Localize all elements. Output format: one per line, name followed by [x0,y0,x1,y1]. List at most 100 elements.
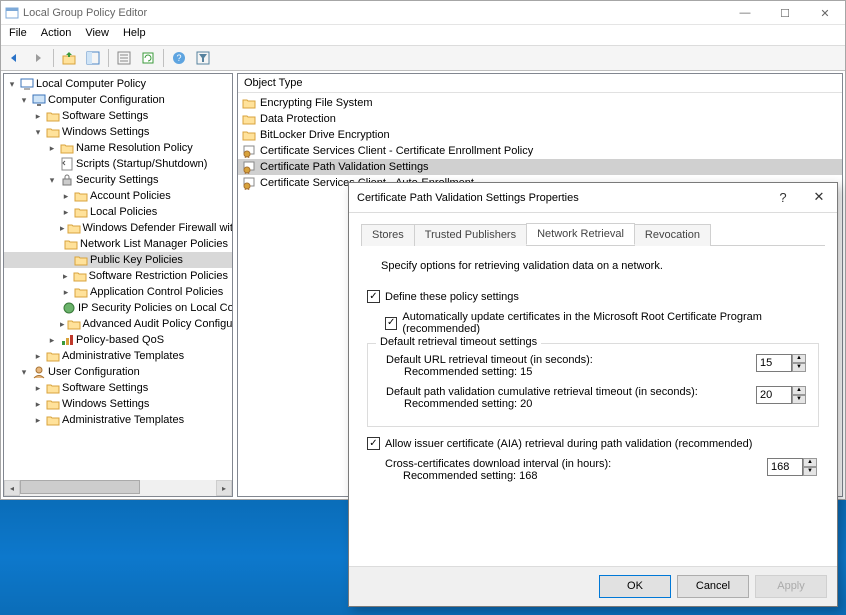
tree-computer-config[interactable]: ▾ Computer Configuration [4,92,232,108]
auto-update-label: Automatically update certificates in the… [402,311,819,335]
toolbar-sep [53,49,54,67]
properties-toolbar-button[interactable] [113,47,135,69]
tree-name-resolution[interactable]: ▸ Name Resolution Policy [4,140,232,156]
tab-network-retrieval[interactable]: Network Retrieval [526,223,635,245]
tree-uc-admin-templates[interactable]: ▸ Administrative Templates [4,412,232,428]
list-item[interactable]: BitLocker Drive Encryption [238,127,842,143]
app-icon [5,6,19,20]
tab-revocation[interactable]: Revocation [634,224,711,246]
tree-ips[interactable]: IP Security Policies on Local Comput [4,300,232,316]
cross-cert-up-button[interactable]: ▲ [803,458,817,467]
cancel-button[interactable]: Cancel [677,575,749,598]
allow-aia-checkbox-row: ✓ Allow issuer certificate (AIA) retriev… [367,437,819,450]
help-toolbar-button[interactable]: ? [168,47,190,69]
url-timeout-down-button[interactable]: ▼ [792,363,806,372]
folder-icon [64,237,78,251]
folder-icon [46,349,60,363]
list-item[interactable]: Certificate Path Validation Settings [238,159,842,175]
tree-public-key-policies[interactable]: Public Key Policies [4,252,232,268]
url-timeout-up-button[interactable]: ▲ [792,354,806,363]
ok-button[interactable]: OK [599,575,671,598]
folder-icon [242,112,256,126]
path-timeout-down-button[interactable]: ▼ [792,395,806,404]
tree-qos[interactable]: ▸ Policy-based QoS [4,332,232,348]
back-button[interactable] [3,47,25,69]
filter-toolbar-button[interactable] [192,47,214,69]
menu-view[interactable]: View [79,25,115,45]
list-item[interactable]: Data Protection [238,111,842,127]
tree-cc-windows[interactable]: ▾ Windows Settings [4,124,232,140]
maximize-button[interactable]: ☐ [765,1,805,25]
cross-cert-input[interactable]: 168 [767,458,803,476]
tree-user-config[interactable]: ▾ User Configuration [4,364,232,380]
menu-action[interactable]: Action [35,25,78,45]
list-item-label: Data Protection [260,113,336,125]
tree-security-settings[interactable]: ▾ Security Settings [4,172,232,188]
tree-cc-software[interactable]: ▸ Software Settings [4,108,232,124]
folder-icon [74,205,88,219]
user-icon [32,365,46,379]
folder-icon [74,285,88,299]
list-item[interactable]: Certificate Services Client - Certificat… [238,143,842,159]
tree-nlmp[interactable]: Network List Manager Policies [4,236,232,252]
list-item[interactable]: Encrypting File System [238,95,842,111]
show-hide-tree-button[interactable] [82,47,104,69]
folder-icon [74,253,88,267]
define-policy-label: Define these policy settings [385,291,519,303]
folder-icon [60,141,74,155]
tree-h-scrollbar[interactable]: ◂ ▸ [4,480,232,496]
cross-cert-down-button[interactable]: ▼ [803,467,817,476]
folder-icon [67,317,81,331]
path-timeout-spinbox[interactable]: 20 ▲ ▼ [756,386,808,404]
policy-tree[interactable]: ▾ Local Computer Policy ▾ Computer Confi… [4,74,232,430]
tree-aapc[interactable]: ▸ Advanced Audit Policy Configuration [4,316,232,332]
define-policy-checkbox[interactable]: ✓ [367,290,380,303]
tree-wdf[interactable]: ▸ Windows Defender Firewall with Adv [4,220,232,236]
path-timeout-up-button[interactable]: ▲ [792,386,806,395]
path-timeout-input[interactable]: 20 [756,386,792,404]
folder-icon [46,413,60,427]
folder-icon [242,128,256,142]
refresh-button[interactable] [137,47,159,69]
forward-button[interactable] [27,47,49,69]
tree-srp[interactable]: ▸ Software Restriction Policies [4,268,232,284]
tree-acp[interactable]: ▸ Application Control Policies [4,284,232,300]
folder-icon [74,189,88,203]
folder-icon [67,221,81,235]
scroll-right-button[interactable]: ▸ [216,480,232,496]
tab-stores[interactable]: Stores [361,224,415,246]
menu-file[interactable]: File [3,25,33,45]
up-button[interactable] [58,47,80,69]
tree-local-policies[interactable]: ▸ Local Policies [4,204,232,220]
tree-uc-windows[interactable]: ▸ Windows Settings [4,396,232,412]
folder-icon [46,109,60,123]
tab-trusted-publishers[interactable]: Trusted Publishers [414,224,527,246]
titlebar: Local Group Policy Editor — ☐ ✕ [1,1,845,25]
cross-cert-spinbox[interactable]: 168 ▲ ▼ [767,458,819,476]
folder-icon [242,96,256,110]
url-timeout-spinbox[interactable]: 15 ▲ ▼ [756,354,808,372]
dialog-help-button[interactable]: ? [765,183,801,211]
dialog-close-button[interactable]: ✕ [801,183,837,211]
minimize-button[interactable]: — [725,1,765,25]
svg-text:?: ? [176,53,181,63]
list-item-label: Certificate Path Validation Settings [260,161,429,173]
apply-button[interactable]: Apply [755,575,827,598]
tree-account-policies[interactable]: ▸ Account Policies [4,188,232,204]
path-timeout-label: Default path validation cumulative retri… [386,386,756,398]
tree-cc-admin-templates[interactable]: ▸ Administrative Templates [4,348,232,364]
list-item-label: BitLocker Drive Encryption [260,129,390,141]
tree-root[interactable]: ▾ Local Computer Policy [4,76,232,92]
allow-aia-checkbox[interactable]: ✓ [367,437,380,450]
scroll-left-button[interactable]: ◂ [4,480,20,496]
url-timeout-input[interactable]: 15 [756,354,792,372]
folder-icon [46,381,60,395]
close-button[interactable]: ✕ [805,1,845,25]
menu-help[interactable]: Help [117,25,152,45]
tree-scripts[interactable]: Scripts (Startup/Shutdown) [4,156,232,172]
auto-update-checkbox[interactable]: ✓ [385,317,397,330]
define-policy-checkbox-row: ✓ Define these policy settings [367,290,819,303]
list-column-header[interactable]: Object Type [238,74,842,93]
toolbar-sep [108,49,109,67]
tree-uc-software[interactable]: ▸ Software Settings [4,380,232,396]
